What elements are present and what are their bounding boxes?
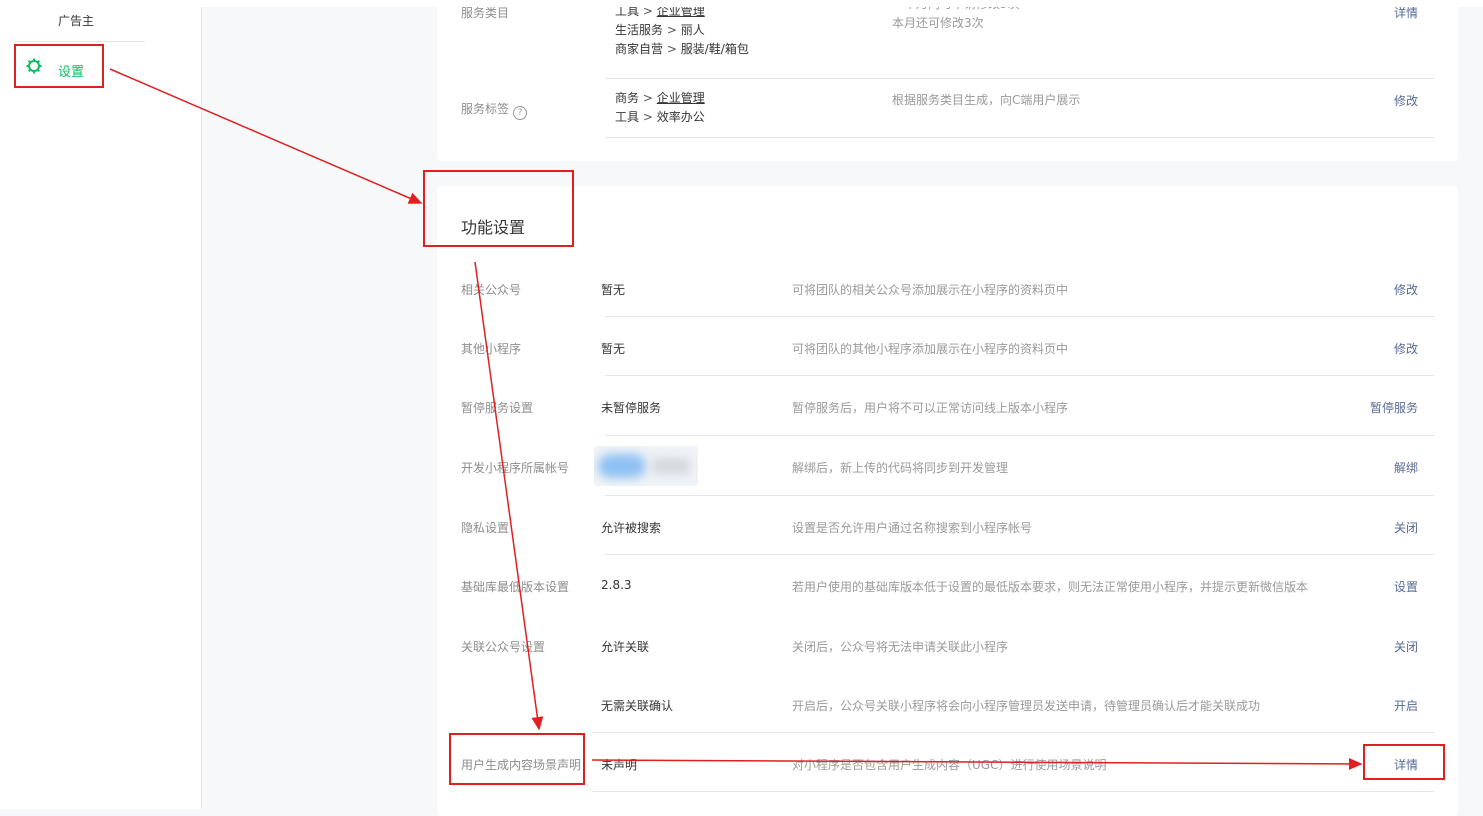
pause-service-button[interactable]: 暂停服务 bbox=[1370, 399, 1418, 416]
service-info-card: 服务类目 工具 > 企业管理 生活服务 > 丽人 商家自营 > 服装/鞋/箱包 … bbox=[437, 0, 1458, 161]
setting-value: 无需关联确认 bbox=[601, 699, 674, 713]
setting-row-pause-service: 暂停服务设置 未暂停服务 暂停服务后，用户将不可以正常访问线上版本小程序 暂停服… bbox=[437, 376, 1458, 436]
set-version-link[interactable]: 设置 bbox=[1394, 578, 1418, 595]
setting-row-related-official-account: 相关公众号 暂无 可将团队的相关公众号添加展示在小程序的资料页中 修改 bbox=[437, 258, 1458, 317]
setting-row-link-official-account: 关联公众号设置 允许关联 关闭后，公众号将无法申请关联此小程序 关闭 bbox=[437, 615, 1458, 674]
setting-row-developer-account: 开发小程序所属帐号 解绑后，新上传的代码将同步到开发管理 解绑 bbox=[437, 436, 1458, 496]
setting-label: 关联公众号设置 bbox=[461, 640, 546, 654]
sidebar-divider bbox=[14, 41, 145, 42]
service-tags-row: 服务标签? 商务 > 企业管理 工具 > 效率办公 根据服务类目生成，向C端用户… bbox=[437, 79, 1458, 138]
setting-row-ugc-declaration: 用户生成内容场景声明 未声明 对小程序是否包含用户生成内容（UGC）进行使用场景… bbox=[437, 733, 1458, 792]
service-tags-edit-link[interactable]: 修改 bbox=[1394, 92, 1418, 109]
setting-label: 开发小程序所属帐号 bbox=[461, 461, 570, 475]
setting-row-privacy: 隐私设置 允许被搜索 设置是否允许用户通过名称搜索到小程序帐号 关闭 bbox=[437, 496, 1458, 555]
sidebar-item-ad[interactable]: 广告主 bbox=[58, 12, 94, 29]
row-divider bbox=[605, 137, 1434, 138]
setting-desc: 设置是否允许用户通过名称搜索到小程序帐号 bbox=[792, 521, 1033, 535]
setting-desc: 可将团队的相关公众号添加展示在小程序的资料页中 bbox=[792, 283, 1069, 297]
setting-row-other-mini-programs: 其他小程序 暂无 可将团队的其他小程序添加展示在小程序的资料页中 修改 bbox=[437, 317, 1458, 376]
setting-value: 未声明 bbox=[601, 758, 638, 772]
category-item: 生活服务 > 丽人 bbox=[615, 23, 705, 37]
service-category-row: 服务类目 工具 > 企业管理 生活服务 > 丽人 商家自营 > 服装/鞋/箱包 … bbox=[437, 0, 1458, 79]
annotation-box-ugc-details bbox=[1363, 744, 1445, 780]
setting-label: 隐私设置 bbox=[461, 521, 510, 535]
annotation-box-ugc-label bbox=[449, 733, 585, 785]
setting-label: 基础库最低版本设置 bbox=[461, 580, 570, 594]
enable-confirm-link[interactable]: 开启 bbox=[1394, 697, 1418, 714]
annotation-box-feature-title bbox=[423, 170, 574, 247]
sidebar-item-settings[interactable]: 设置 bbox=[14, 44, 104, 88]
service-tags-values: 商务 > 企业管理 工具 > 效率办公 bbox=[615, 89, 705, 127]
service-tags-label: 服务标签? bbox=[461, 100, 528, 120]
feature-settings-card: 功能设置 相关公众号 暂无 可将团队的相关公众号添加展示在小程序的资料页中 修改… bbox=[437, 186, 1458, 816]
setting-label: 相关公众号 bbox=[461, 283, 522, 297]
setting-row-min-lib-version: 基础库最低版本设置 2.8.3 若用户使用的基础库版本低于设置的最低版本要求，则… bbox=[437, 555, 1458, 615]
service-tags-desc: 根据服务类目生成，向C端用户展示 bbox=[892, 93, 1081, 107]
unbind-link[interactable]: 解绑 bbox=[1394, 459, 1418, 476]
tag-item: 商务 > 企业管理 bbox=[615, 91, 705, 105]
setting-value: 允许关联 bbox=[601, 640, 650, 654]
tag-item: 工具 > 效率办公 bbox=[615, 110, 705, 124]
setting-label: 其他小程序 bbox=[461, 342, 522, 356]
gear-icon bbox=[26, 58, 42, 74]
setting-desc: 关闭后，公众号将无法申请关联此小程序 bbox=[792, 640, 1009, 654]
close-search-link[interactable]: 关闭 bbox=[1394, 519, 1418, 536]
service-category-values: 工具 > 企业管理 生活服务 > 丽人 商家自营 > 服装/鞋/箱包 bbox=[615, 2, 749, 59]
category-item: 商家自营 > 服装/鞋/箱包 bbox=[615, 42, 749, 56]
setting-row-link-confirm: 无需关联确认 开启后，公众号关联小程序将会向小程序管理员发送申请，待管理员确认后… bbox=[437, 674, 1458, 733]
setting-desc: 解绑后，新上传的代码将同步到开发管理 bbox=[792, 461, 1009, 475]
top-bar bbox=[0, 0, 1483, 7]
sidebar: 广告主 设置 bbox=[0, 0, 202, 809]
setting-value: 暂无 bbox=[601, 283, 626, 297]
setting-desc: 若用户使用的基础库版本低于设置的最低版本要求，则无法正常使用小程序，并提示更新微… bbox=[792, 580, 1309, 594]
edit-link[interactable]: 修改 bbox=[1394, 340, 1418, 357]
setting-value: 暂无 bbox=[601, 342, 626, 356]
help-icon[interactable]: ? bbox=[513, 106, 528, 120]
setting-value: 2.8.3 bbox=[601, 578, 632, 592]
setting-value: 允许被搜索 bbox=[601, 521, 662, 535]
sidebar-item-settings-label: 设置 bbox=[58, 65, 85, 80]
setting-label: 暂停服务设置 bbox=[461, 401, 534, 415]
blurred-account-avatar bbox=[594, 446, 698, 486]
setting-desc: 可将团队的其他小程序添加展示在小程序的资料页中 bbox=[792, 342, 1069, 356]
setting-desc: 对小程序是否包含用户生成内容（UGC）进行使用场景说明 bbox=[792, 758, 1107, 772]
edit-link[interactable]: 修改 bbox=[1394, 281, 1418, 298]
setting-value: 未暂停服务 bbox=[601, 401, 662, 415]
setting-desc: 开启后，公众号关联小程序将会向小程序管理员发送申请，待管理员确认后才能关联成功 bbox=[792, 699, 1261, 713]
setting-desc: 暂停服务后，用户将不可以正常访问线上版本小程序 bbox=[792, 401, 1069, 415]
row-divider bbox=[592, 791, 1434, 792]
close-link-link[interactable]: 关闭 bbox=[1394, 638, 1418, 655]
